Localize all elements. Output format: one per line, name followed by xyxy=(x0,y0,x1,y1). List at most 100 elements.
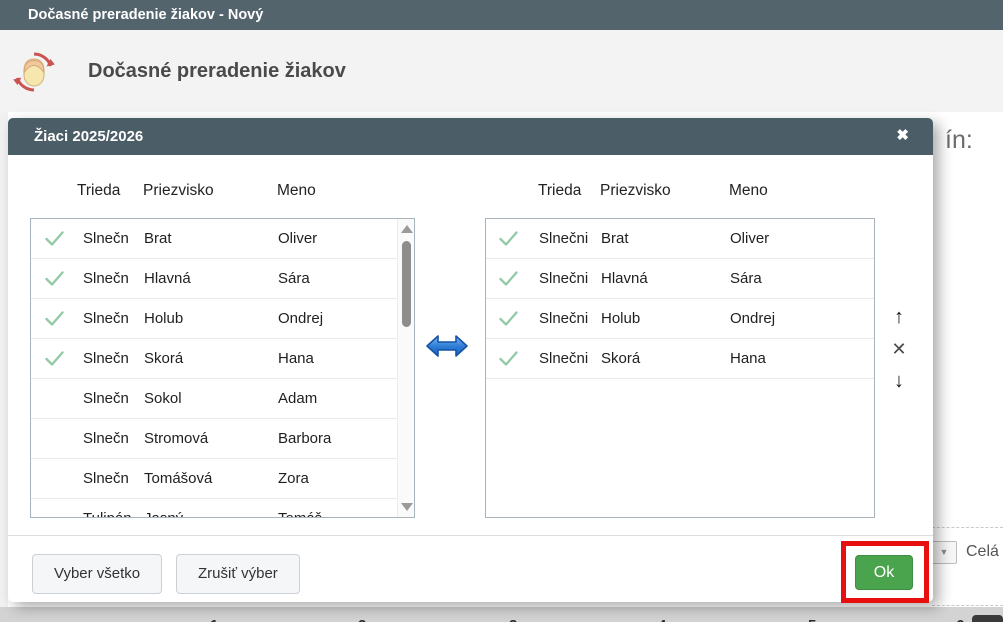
period-number: 4 xyxy=(658,617,666,622)
background-text-fragment: ín: xyxy=(945,126,973,155)
cell-priezvisko: Sokol xyxy=(144,390,278,407)
cell-trieda: Slnečni xyxy=(539,310,601,327)
cell-priezvisko: Brat xyxy=(601,230,730,247)
transfer-left-right-icon[interactable] xyxy=(425,330,469,362)
background-dropdown-button[interactable]: ▼ xyxy=(931,541,957,564)
cell-trieda: Slnečni xyxy=(539,230,601,247)
cell-meno: Sára xyxy=(278,270,397,287)
check-icon xyxy=(486,351,539,366)
cell-priezvisko: Skorá xyxy=(144,350,278,367)
screen: Dočasné preradenie žiakov - Nový Dočasné… xyxy=(0,0,1003,622)
cell-meno: Tomáš xyxy=(278,510,397,517)
cell-trieda: Slnečn xyxy=(83,270,144,287)
cell-trieda: Slnečn xyxy=(83,390,144,407)
cell-trieda: Slnečni xyxy=(539,350,601,367)
scrollbar[interactable] xyxy=(397,219,414,517)
table-row[interactable]: SlnečniHolubOndrej xyxy=(486,299,874,339)
cell-meno: Ondrej xyxy=(730,310,874,327)
window-title: Dočasné preradenie žiakov - Nový xyxy=(28,7,263,23)
cell-trieda: Tulipán xyxy=(83,510,144,517)
check-icon xyxy=(31,231,83,246)
page-left-margin xyxy=(0,112,8,608)
cell-priezvisko: Hlavná xyxy=(601,270,730,287)
table-row[interactable]: SlnečniBratOliver xyxy=(486,219,874,259)
table-row[interactable]: SlnečnHolubOndrej xyxy=(31,299,397,339)
move-down-icon[interactable]: ↓ xyxy=(884,365,914,397)
selected-students-list: SlnečniBratOliverSlnečniHlavnáSáraSlnečn… xyxy=(485,218,875,518)
available-students-list: SlnečnBratOliverSlnečnHlavnáSáraSlnečnHo… xyxy=(30,218,415,518)
chevron-down-icon: ▼ xyxy=(940,547,949,557)
right-column-header-trieda: Trieda xyxy=(538,182,581,200)
background-period-header-strip: 1 2 3 4 5 6 xyxy=(0,607,1003,622)
check-icon xyxy=(486,231,539,246)
check-icon xyxy=(31,351,83,366)
table-row[interactable]: SlnečnSkoráHana xyxy=(31,339,397,379)
cell-trieda: Slnečn xyxy=(83,230,144,247)
check-icon xyxy=(486,311,539,326)
left-column-header-meno: Meno xyxy=(277,182,316,200)
cell-meno: Hana xyxy=(730,350,874,367)
table-row[interactable]: SlnečnHlavnáSára xyxy=(31,259,397,299)
left-column-header-priezvisko: Priezvisko xyxy=(143,182,214,200)
close-icon[interactable]: ✖ xyxy=(896,127,909,145)
period-number: 1 xyxy=(210,617,218,622)
cell-priezvisko: Holub xyxy=(144,310,278,327)
cell-meno: Adam xyxy=(278,390,397,407)
table-row[interactable]: SlnečniSkoráHana xyxy=(486,339,874,379)
cell-priezvisko: Tomášová xyxy=(144,470,278,487)
cell-meno: Ondrej xyxy=(278,310,397,327)
background-clipped-element xyxy=(972,615,1003,622)
cell-meno: Barbora xyxy=(278,430,397,447)
student-transfer-icon xyxy=(10,48,58,96)
check-icon xyxy=(486,271,539,286)
cell-meno: Oliver xyxy=(730,230,874,247)
left-column-header-trieda: Trieda xyxy=(77,182,120,200)
table-row[interactable]: TulipánJasnýTomáš xyxy=(31,499,397,517)
cell-trieda: Slnečn xyxy=(83,310,144,327)
move-up-icon[interactable]: ↑ xyxy=(884,301,914,333)
table-row[interactable]: SlnečniHlavnáSára xyxy=(486,259,874,299)
cell-meno: Sára xyxy=(730,270,874,287)
cell-trieda: Slnečni xyxy=(539,270,601,287)
window-titlebar: Dočasné preradenie žiakov - Nový xyxy=(0,0,1003,30)
check-icon xyxy=(31,311,83,326)
cell-priezvisko: Hlavná xyxy=(144,270,278,287)
cell-trieda: Slnečn xyxy=(83,350,144,367)
cell-trieda: Slnečn xyxy=(83,430,144,447)
dialog-title: Žiaci 2025/2026 xyxy=(34,118,143,155)
page-header: Dočasné preradenie žiakov xyxy=(0,30,1003,112)
background-option-label: Celá xyxy=(966,543,999,561)
table-row[interactable]: SlnečnSokolAdam xyxy=(31,379,397,419)
background-dashed-divider xyxy=(932,605,1003,606)
clear-selection-button[interactable]: Zrušiť výber xyxy=(176,554,300,594)
students-dialog: Žiaci 2025/2026 ✖ Trieda Priezvisko Meno… xyxy=(8,118,933,602)
right-column-header-priezvisko: Priezvisko xyxy=(600,182,671,200)
cell-priezvisko: Holub xyxy=(601,310,730,327)
period-number: 2 xyxy=(358,617,366,622)
scroll-up-icon[interactable] xyxy=(401,225,413,233)
cell-meno: Oliver xyxy=(278,230,397,247)
right-column-header-meno: Meno xyxy=(729,182,768,200)
cell-meno: Zora xyxy=(278,470,397,487)
period-number: 3 xyxy=(509,617,517,622)
dialog-header: Žiaci 2025/2026 ✖ xyxy=(8,118,933,155)
page-title: Dočasné preradenie žiakov xyxy=(88,60,346,83)
order-controls: ↑ ✕ ↓ xyxy=(884,301,914,397)
table-row[interactable]: SlnečnBratOliver xyxy=(31,219,397,259)
ok-button[interactable]: Ok xyxy=(855,555,913,590)
select-all-button[interactable]: Vyber všetko xyxy=(32,554,162,594)
footer-divider xyxy=(8,535,933,536)
remove-icon[interactable]: ✕ xyxy=(884,333,914,365)
cell-trieda: Slnečn xyxy=(83,470,144,487)
background-dashed-divider xyxy=(932,527,1003,528)
table-row[interactable]: SlnečnStromováBarbora xyxy=(31,419,397,459)
cell-priezvisko: Skorá xyxy=(601,350,730,367)
table-row[interactable]: SlnečnTomášováZora xyxy=(31,459,397,499)
scrollbar-thumb[interactable] xyxy=(402,241,411,327)
cell-meno: Hana xyxy=(278,350,397,367)
scroll-down-icon[interactable] xyxy=(401,503,413,511)
period-number: 6 xyxy=(956,617,964,622)
period-number: 5 xyxy=(808,617,816,622)
cell-priezvisko: Jasný xyxy=(144,510,278,517)
cell-priezvisko: Brat xyxy=(144,230,278,247)
